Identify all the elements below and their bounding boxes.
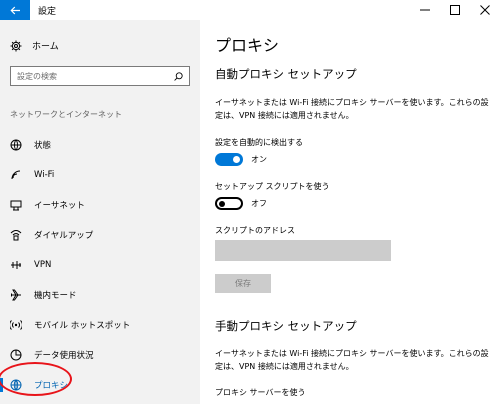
auto-detect-label: 設定を自動的に検出する (215, 138, 303, 147)
manual-proxy-heading: 手動プロキシ セットアップ (215, 319, 357, 333)
back-arrow-icon (9, 6, 20, 14)
sidebar-item-label: プロキシ (34, 381, 69, 391)
sidebar-item-wifi[interactable]: Wi-Fi (0, 160, 200, 190)
sidebar-item-label: モバイル ホットスポット (34, 321, 131, 331)
sidebar-item-label: 機内モード (34, 291, 77, 301)
minimize-icon (420, 9, 430, 11)
setup-script-label: セットアップ スクリプトを使う (215, 182, 330, 191)
home-link[interactable]: ホーム (10, 39, 59, 52)
toggle-knob (219, 200, 225, 207)
back-button[interactable] (0, 0, 30, 20)
active-indicator (0, 378, 3, 392)
auto-detect-state: オン (251, 155, 267, 164)
sidebar-item-airplane[interactable]: 機内モード (0, 280, 200, 310)
setup-script-toggle-row: オフ (215, 197, 267, 210)
script-address-label: スクリプトのアドレス (215, 226, 295, 235)
vpn-icon (10, 259, 22, 271)
toggle-knob (233, 156, 240, 163)
sidebar-item-status[interactable]: 状態 (0, 130, 200, 160)
search-box[interactable] (10, 66, 190, 86)
auto-detect-toggle-row: オン (215, 153, 267, 166)
sidebar-item-data-usage[interactable]: データ使用状況 (0, 340, 200, 370)
close-button[interactable] (470, 0, 500, 20)
hotspot-icon (10, 319, 22, 331)
sidebar-item-label: イーサネット (34, 201, 85, 211)
sidebar-item-proxy[interactable]: プロキシ (0, 370, 200, 400)
sidebar-item-vpn[interactable]: VPN (0, 250, 200, 280)
airplane-icon (10, 289, 22, 301)
globe-status-icon (10, 139, 22, 151)
title-bar: 設定 (0, 0, 500, 20)
sidebar-item-dialup[interactable]: ダイヤルアップ (0, 220, 200, 250)
use-proxy-label: プロキシ サーバーを使う (215, 388, 306, 397)
sidebar: ホーム ネットワークとインターネット 状態 Wi-Fi イーサネット (0, 20, 200, 404)
sidebar-item-label: 状態 (34, 141, 52, 151)
search-icon (174, 71, 183, 81)
ethernet-icon (10, 199, 22, 211)
nav-list: 状態 Wi-Fi イーサネット ダイヤルアップ VPN 機内モード モバイル ホ… (0, 130, 200, 400)
search-input[interactable] (17, 71, 174, 81)
close-icon (480, 5, 490, 15)
setup-script-toggle[interactable] (215, 197, 243, 210)
sidebar-item-hotspot[interactable]: モバイル ホットスポット (0, 310, 200, 340)
maximize-icon (450, 5, 460, 15)
sidebar-item-label: Wi-Fi (34, 170, 55, 180)
setup-script-state: オフ (251, 199, 267, 208)
sidebar-item-ethernet[interactable]: イーサネット (0, 190, 200, 220)
manual-proxy-description: イーサネットまたは Wi-Fi 接続にプロキシ サーバーを使います。これらの設定… (215, 349, 489, 371)
minimize-button[interactable] (410, 0, 440, 20)
sidebar-item-label: データ使用状況 (34, 351, 94, 361)
auto-detect-toggle[interactable] (215, 153, 243, 166)
gear-icon (10, 40, 22, 51)
globe-icon (10, 379, 22, 391)
page-title: プロキシ (215, 36, 280, 55)
data-usage-icon (10, 349, 22, 361)
save-button[interactable]: 保存 (215, 274, 271, 293)
nav-section-header: ネットワークとインターネット (10, 110, 122, 119)
auto-proxy-description: イーサネットまたは Wi-Fi 接続にプロキシ サーバーを使います。これらの設定… (215, 98, 489, 120)
window-title: 設定 (38, 6, 57, 17)
script-address-input[interactable] (215, 240, 391, 261)
maximize-button[interactable] (440, 0, 470, 20)
auto-proxy-heading: 自動プロキシ セットアップ (215, 67, 357, 81)
sidebar-item-label: VPN (34, 260, 52, 270)
main-content: プロキシ 自動プロキシ セットアップ イーサネットまたは Wi-Fi 接続にプロ… (200, 20, 500, 404)
wifi-icon (10, 169, 22, 181)
home-label: ホーム (32, 42, 59, 52)
sidebar-item-label: ダイヤルアップ (34, 231, 94, 241)
dialup-icon (10, 229, 22, 241)
